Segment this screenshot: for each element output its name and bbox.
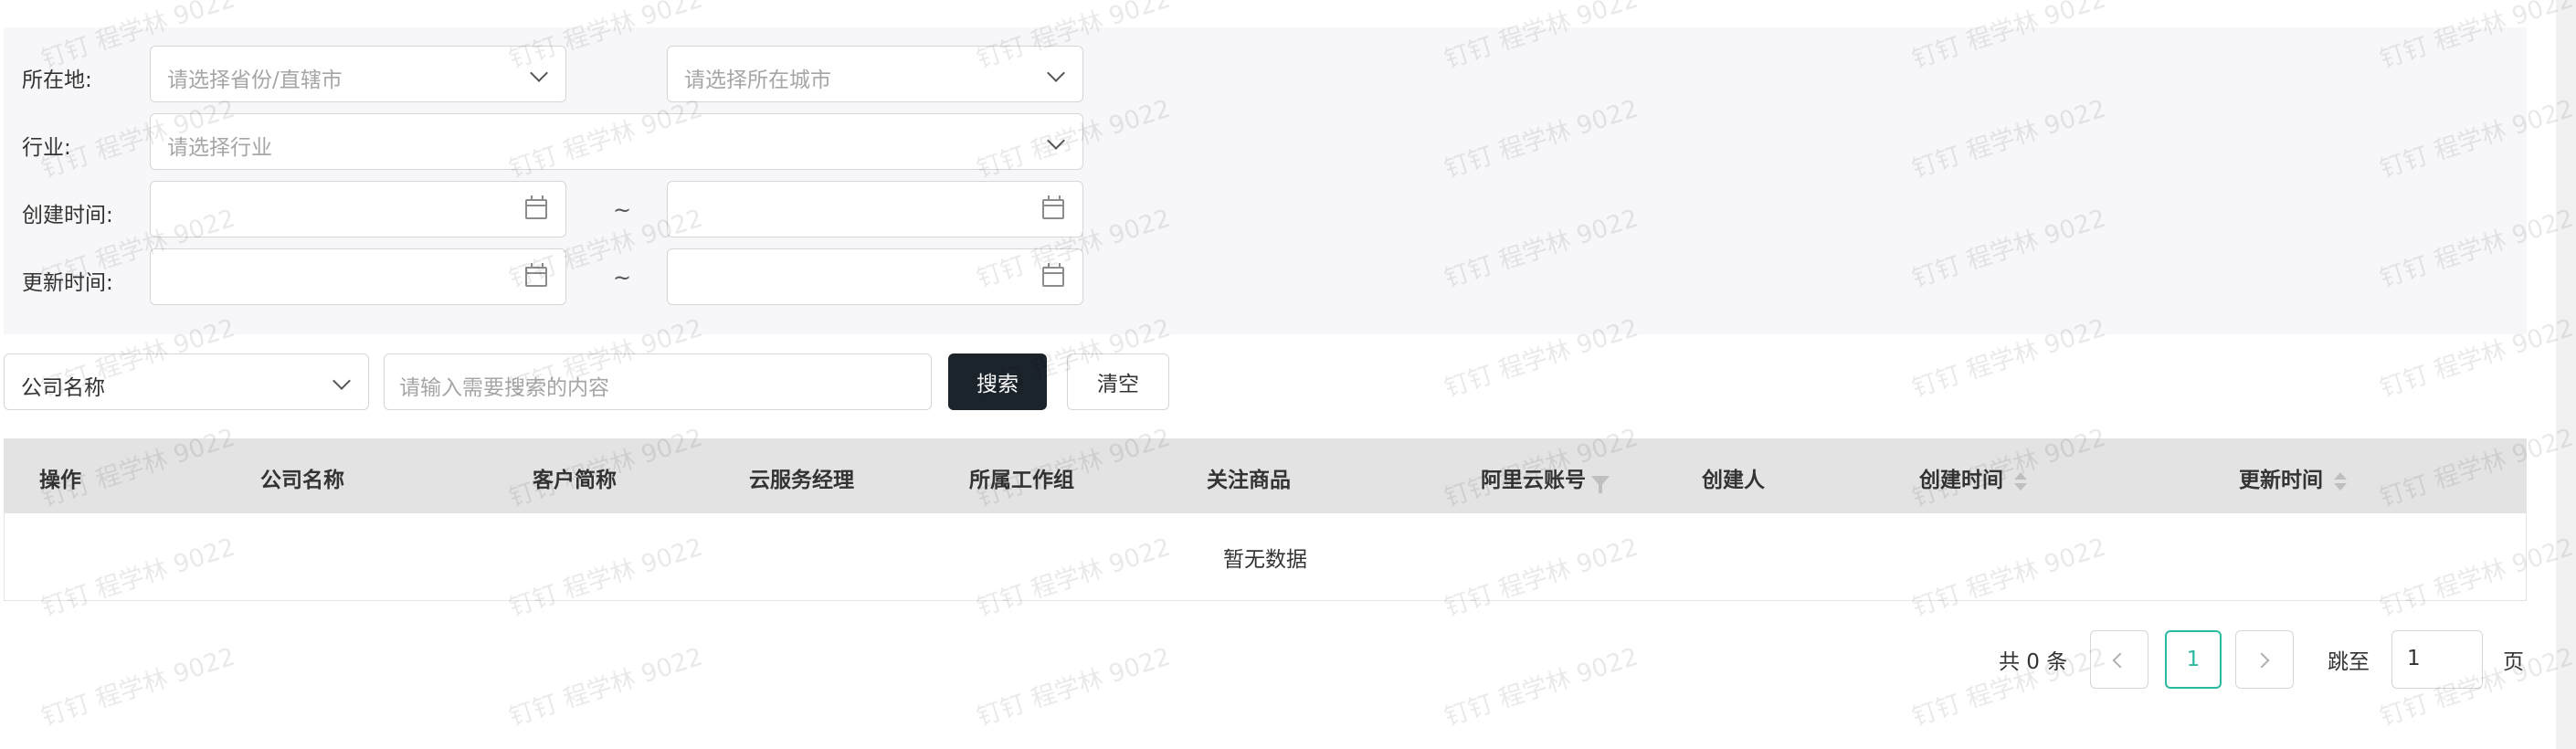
chevron-down-icon <box>333 372 351 390</box>
search-field-select[interactable]: 公司名称 <box>4 353 369 410</box>
created-time-label: 创建时间: <box>22 204 113 227</box>
next-page-button[interactable] <box>2235 630 2294 689</box>
table-header: 操作 公司名称 客户简称 云服务经理 所属工作组 关注商品 阿里云账号 创建人 … <box>5 439 2526 513</box>
industry-placeholder: 请选择行业 <box>167 136 272 160</box>
filter-panel: 所在地: 请选择省份/直辖市 请选择所在城市 行业: 请选择行业 创建时间: ~… <box>4 27 2527 334</box>
clear-button[interactable]: 清空 <box>1067 353 1169 410</box>
jump-to-page-value: 1 <box>2407 647 2421 670</box>
province-placeholder: 请选择省份/直辖市 <box>167 69 343 92</box>
search-button[interactable]: 搜索 <box>948 353 1047 410</box>
column-header-label: 创建时间 <box>1919 469 2003 492</box>
jump-to-label: 跳至 <box>2328 650 2370 674</box>
chevron-down-icon <box>1047 132 1065 150</box>
updated-start-date[interactable] <box>150 248 566 305</box>
column-header: 客户简称 <box>533 469 617 492</box>
updated-end-date[interactable] <box>667 248 1083 305</box>
watermark-text: 钉钉 程学林 9022 <box>973 642 1175 733</box>
column-header: 操作 <box>39 469 81 492</box>
search-field-value: 公司名称 <box>21 376 105 400</box>
column-header-aliyun-account[interactable]: 阿里云账号 <box>1481 462 1610 493</box>
column-header-label: 更新时间 <box>2239 469 2323 492</box>
column-header-updated-time[interactable]: 更新时间 <box>2239 462 2347 493</box>
calendar-icon <box>525 263 547 287</box>
sort-icon[interactable] <box>2334 470 2347 492</box>
industry-select[interactable]: 请选择行业 <box>150 113 1083 170</box>
created-start-date[interactable] <box>150 181 566 237</box>
jump-to-page-input[interactable]: 1 <box>2391 630 2483 689</box>
filter-icon[interactable] <box>1591 475 1610 493</box>
page-suffix-label: 页 <box>2503 650 2524 674</box>
vertical-scrollbar[interactable] <box>2556 0 2576 749</box>
industry-label: 行业: <box>22 136 71 160</box>
chevron-right-icon <box>2254 652 2270 669</box>
page: 所在地: 请选择省份/直辖市 请选择所在城市 行业: 请选择行业 创建时间: ~… <box>0 0 2576 749</box>
chevron-down-icon <box>1047 64 1065 82</box>
search-input[interactable]: 请输入需要搜索的内容 <box>384 353 932 410</box>
city-select[interactable]: 请选择所在城市 <box>667 46 1083 102</box>
column-header-created-time[interactable]: 创建时间 <box>1919 462 2027 493</box>
sort-icon[interactable] <box>2014 470 2027 492</box>
calendar-icon <box>525 195 547 219</box>
page-number-current[interactable]: 1 <box>2165 630 2222 689</box>
pagination-total: 共 0 条 <box>1999 650 2068 674</box>
city-placeholder: 请选择所在城市 <box>684 69 831 92</box>
column-header: 公司名称 <box>260 469 344 492</box>
column-header-label: 阿里云账号 <box>1481 469 1586 492</box>
calendar-icon <box>1042 195 1064 219</box>
watermark-text: 钉钉 程学林 9022 <box>1441 642 1642 733</box>
watermark-text: 钉钉 程学林 9022 <box>37 642 239 733</box>
location-label: 所在地: <box>22 69 92 92</box>
column-header: 云服务经理 <box>749 469 854 492</box>
created-end-date[interactable] <box>667 181 1083 237</box>
prev-page-button[interactable] <box>2090 630 2148 689</box>
created-range-separator: ~ <box>613 197 632 223</box>
watermark-text: 钉钉 程学林 9022 <box>505 642 707 733</box>
chevron-down-icon <box>530 64 548 82</box>
updated-time-label: 更新时间: <box>22 271 113 295</box>
empty-state-text: 暂无数据 <box>1223 547 1307 572</box>
calendar-icon <box>1042 263 1064 287</box>
chevron-left-icon <box>2112 652 2128 669</box>
search-placeholder: 请输入需要搜索的内容 <box>399 376 609 400</box>
updated-range-separator: ~ <box>613 265 632 290</box>
column-header: 关注商品 <box>1207 469 1291 492</box>
province-select[interactable]: 请选择省份/直辖市 <box>150 46 566 102</box>
results-table: 操作 公司名称 客户简称 云服务经理 所属工作组 关注商品 阿里云账号 创建人 … <box>4 438 2527 601</box>
column-header: 创建人 <box>1702 469 1765 492</box>
column-header: 所属工作组 <box>969 469 1074 492</box>
